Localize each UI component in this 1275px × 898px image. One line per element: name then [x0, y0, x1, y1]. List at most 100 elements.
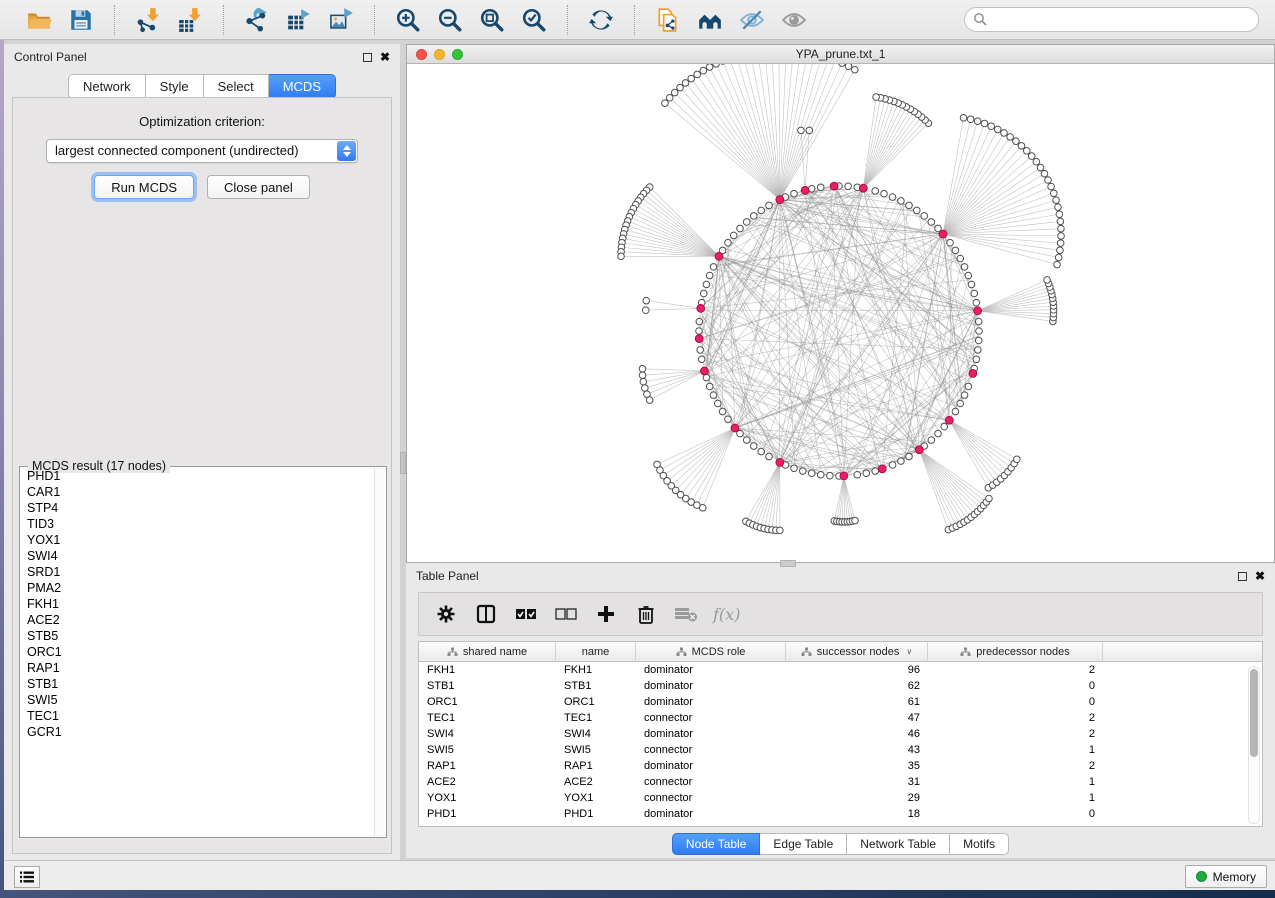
- graph-node[interactable]: [1053, 197, 1060, 204]
- create-column-button[interactable]: [593, 601, 619, 627]
- graph-node[interactable]: [714, 400, 721, 407]
- table-row[interactable]: ACE2ACE2connector311: [419, 774, 1262, 790]
- graph-node[interactable]: [725, 416, 732, 423]
- graph-node[interactable]: [913, 207, 920, 214]
- graph-node[interactable]: [889, 462, 896, 469]
- graph-node[interactable]: [961, 264, 968, 271]
- graph-node[interactable]: [852, 66, 859, 73]
- show-all-button[interactable]: [773, 3, 815, 37]
- graph-node[interactable]: [971, 290, 978, 297]
- graph-node[interactable]: [1044, 277, 1051, 284]
- refresh-view-button[interactable]: [580, 3, 622, 37]
- mcds-result-item[interactable]: YOX1: [21, 532, 374, 548]
- table-cell[interactable]: 1: [928, 742, 1103, 758]
- table-row[interactable]: YOX1YOX1connector291: [419, 790, 1262, 806]
- table-cell[interactable]: YOX1: [419, 790, 556, 806]
- mcds-node[interactable]: [731, 424, 739, 432]
- tab-node-table[interactable]: Node Table: [672, 833, 761, 855]
- graph-node[interactable]: [960, 114, 967, 121]
- table-cell[interactable]: ORC1: [419, 694, 556, 710]
- graph-node[interactable]: [1018, 143, 1025, 150]
- criterion-dropdown[interactable]: largest connected component (undirected): [46, 139, 358, 163]
- graph-node[interactable]: [974, 118, 981, 125]
- graph-node[interactable]: [976, 328, 983, 335]
- graph-node[interactable]: [1054, 261, 1061, 268]
- mcds-result-item[interactable]: STP4: [21, 500, 374, 516]
- graph-node[interactable]: [699, 504, 706, 511]
- graph-node[interactable]: [639, 366, 646, 373]
- graph-node[interactable]: [817, 184, 824, 191]
- graph-node[interactable]: [719, 408, 726, 415]
- mcds-node[interactable]: [945, 416, 953, 424]
- graph-node[interactable]: [700, 67, 707, 74]
- tab-motifs[interactable]: Motifs: [950, 833, 1009, 855]
- graph-node[interactable]: [889, 194, 896, 201]
- zoom-out-button[interactable]: [429, 3, 471, 37]
- table-cell[interactable]: RAP1: [556, 758, 636, 774]
- graph-node[interactable]: [750, 443, 757, 450]
- table-cell[interactable]: dominator: [636, 678, 786, 694]
- table-cell[interactable]: 61: [786, 694, 928, 710]
- mcds-result-item[interactable]: PMA2: [21, 580, 374, 596]
- mcds-node[interactable]: [915, 446, 923, 454]
- table-cell[interactable]: STB1: [419, 678, 556, 694]
- graph-node[interactable]: [852, 517, 859, 524]
- table-cell[interactable]: 47: [786, 710, 928, 726]
- mcds-result-item[interactable]: STB1: [21, 676, 374, 692]
- graph-node[interactable]: [798, 127, 805, 134]
- mcds-node[interactable]: [969, 369, 977, 377]
- graph-node[interactable]: [839, 64, 846, 66]
- graph-node[interactable]: [975, 337, 982, 344]
- graph-node[interactable]: [694, 71, 701, 78]
- network-canvas[interactable]: [407, 64, 1274, 562]
- table-cell[interactable]: ACE2: [419, 774, 556, 790]
- mcds-result-item[interactable]: TID3: [21, 516, 374, 532]
- graph-node[interactable]: [1033, 158, 1040, 165]
- graph-node[interactable]: [706, 383, 713, 390]
- graph-node[interactable]: [1055, 204, 1062, 211]
- close-panel-button[interactable]: Close panel: [207, 175, 310, 199]
- tab-edge-table[interactable]: Edge Table: [760, 833, 847, 855]
- table-cell[interactable]: 2: [928, 758, 1103, 774]
- graph-node[interactable]: [766, 202, 773, 209]
- graph-node[interactable]: [973, 299, 980, 306]
- tab-network-table[interactable]: Network Table: [847, 833, 950, 855]
- delete-table-button[interactable]: [673, 601, 699, 627]
- delete-column-button[interactable]: [633, 601, 659, 627]
- first-neighbors-button[interactable]: [689, 3, 731, 37]
- graph-node[interactable]: [845, 183, 852, 190]
- mcds-result-item[interactable]: SRD1: [21, 564, 374, 580]
- table-cell[interactable]: ORC1: [556, 694, 636, 710]
- table-cell[interactable]: dominator: [636, 758, 786, 774]
- graph-node[interactable]: [872, 468, 879, 475]
- save-session-button[interactable]: [60, 3, 102, 37]
- graph-node[interactable]: [646, 397, 653, 404]
- zoom-selected-button[interactable]: [513, 3, 555, 37]
- mcds-node[interactable]: [859, 184, 867, 192]
- graph-node[interactable]: [713, 64, 720, 67]
- graph-node[interactable]: [1050, 190, 1057, 197]
- graph-node[interactable]: [986, 495, 993, 502]
- table-cell[interactable]: 1: [928, 790, 1103, 806]
- graph-node[interactable]: [730, 232, 737, 239]
- maximize-window-icon[interactable]: [452, 49, 463, 60]
- clone-network-button[interactable]: [647, 3, 689, 37]
- column-header-name[interactable]: name: [556, 642, 636, 661]
- graph-node[interactable]: [696, 328, 703, 335]
- graph-node[interactable]: [682, 80, 689, 87]
- graph-node[interactable]: [806, 127, 813, 134]
- graph-node[interactable]: [988, 123, 995, 130]
- table-cell[interactable]: PHD1: [556, 806, 636, 822]
- graph-node[interactable]: [965, 272, 972, 279]
- table-cell[interactable]: connector: [636, 710, 786, 726]
- network-list-toggle-button[interactable]: [14, 866, 40, 888]
- table-row[interactable]: SWI4SWI4dominator462: [419, 726, 1262, 742]
- export-table-button[interactable]: [278, 3, 320, 37]
- table-cell[interactable]: TEC1: [556, 710, 636, 726]
- graph-node[interactable]: [666, 94, 673, 101]
- table-cell[interactable]: ACE2: [556, 774, 636, 790]
- table-row[interactable]: STB1STB1dominator620: [419, 678, 1262, 694]
- graph-node[interactable]: [898, 458, 905, 465]
- graph-node[interactable]: [791, 190, 798, 197]
- table-cell[interactable]: SWI4: [419, 726, 556, 742]
